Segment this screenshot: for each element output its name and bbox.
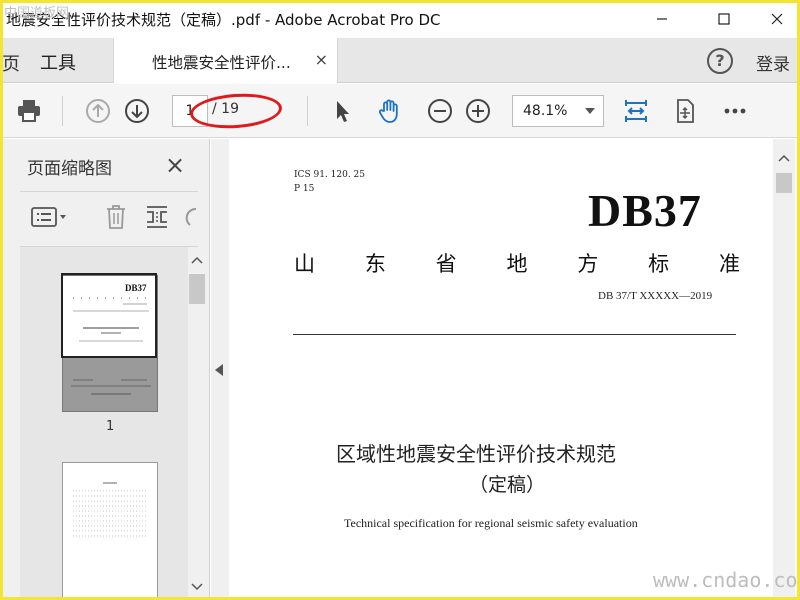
- panel-divider: [20, 191, 198, 192]
- minimize-button[interactable]: [639, 0, 685, 38]
- thumbnail-page-1-number: 1: [106, 419, 115, 434]
- document-divider: [293, 334, 736, 335]
- maximize-button[interactable]: [701, 0, 747, 38]
- arrow-down-circle-icon: [125, 99, 149, 123]
- thumbnail-page-1-lower: [62, 358, 158, 412]
- panel-options-button[interactable]: [30, 201, 70, 233]
- hand-tool-button[interactable]: [374, 95, 406, 127]
- title-bar: 地震安全性评价技术规范（定稿）.pdf - Adobe Acrobat Pro …: [0, 0, 800, 38]
- watermark-bottom-right: www.cndao.com: [653, 568, 800, 592]
- chevron-down-icon: [585, 108, 595, 114]
- window-title: 地震安全性评价技术规范（定稿）.pdf - Adobe Acrobat Pro …: [6, 11, 441, 29]
- rotate-page-button[interactable]: [669, 95, 701, 127]
- fit-width-button[interactable]: [620, 95, 652, 127]
- document-title-cn: 区域性地震安全性评价技术规范: [336, 442, 616, 466]
- thumbnail-scrollbar[interactable]: [188, 247, 206, 600]
- zoom-in-button[interactable]: [462, 95, 494, 127]
- insert-pages-icon: [147, 206, 167, 228]
- maximize-icon: [718, 13, 730, 25]
- help-icon[interactable]: ?: [707, 48, 733, 74]
- document-p-code: P 15: [294, 184, 315, 194]
- zoom-select[interactable]: 48.1%: [512, 95, 604, 127]
- toolbar-separator: [62, 96, 63, 126]
- document-ics: ICS 91. 120. 25: [294, 170, 365, 180]
- toolbar: [0, 84, 800, 138]
- arrow-up-circle-icon: [86, 99, 110, 123]
- document-standard-heading: 山 东 省 地 方 标 准: [294, 248, 740, 278]
- rotate-icon: [185, 207, 197, 226]
- more-icon: [724, 108, 746, 114]
- zoom-value: 48.1%: [523, 103, 568, 119]
- login-button[interactable]: 登录: [756, 50, 790, 75]
- options-icon: [31, 207, 66, 227]
- fit-width-icon: [625, 100, 647, 122]
- zoom-in-icon: [466, 99, 490, 123]
- chevron-up-icon[interactable]: [773, 151, 795, 165]
- standard-char: 东: [364, 252, 386, 276]
- minimize-icon: [657, 18, 667, 20]
- standard-char: 山: [294, 252, 315, 276]
- tab-tools[interactable]: 工具: [40, 49, 76, 75]
- standard-char: 准: [718, 252, 740, 276]
- print-button[interactable]: [13, 95, 45, 127]
- thumbnail-scrollbar-thumb[interactable]: [189, 274, 205, 304]
- chevron-down-icon[interactable]: [188, 580, 206, 594]
- panel-close-icon[interactable]: ×: [165, 151, 185, 179]
- document-standard-number: DB 37/T XXXXX—2019: [598, 290, 713, 302]
- zoom-out-button[interactable]: [424, 95, 456, 127]
- thumbnail-page-1-footer: [71, 379, 151, 395]
- tab-document-label: 性地震安全性评价...: [152, 54, 291, 72]
- standard-char: 省: [435, 252, 457, 276]
- standard-char: 方: [577, 252, 599, 276]
- zoom-out-icon: [428, 99, 452, 123]
- panel-title: 页面缩略图: [27, 159, 112, 179]
- document-db-code: DB37: [588, 185, 702, 236]
- close-button[interactable]: [754, 0, 800, 38]
- document-scrollbar-thumb[interactable]: [776, 173, 792, 193]
- thumbnail-viewport-indicator[interactable]: [61, 273, 157, 358]
- next-page-button[interactable]: [121, 95, 153, 127]
- trash-icon: [107, 205, 125, 229]
- thumbnail-list: DB37 1: [20, 247, 188, 600]
- delete-pages-button[interactable]: [103, 201, 129, 233]
- select-tool-button[interactable]: [326, 95, 358, 127]
- previous-page-button[interactable]: [82, 95, 114, 127]
- standard-char: 标: [648, 252, 670, 276]
- thumbnail-page-2[interactable]: [62, 462, 158, 600]
- collapse-left-icon: [215, 364, 223, 376]
- tab-document[interactable]: 性地震安全性评价... ×: [113, 38, 338, 83]
- chevron-up-icon[interactable]: [188, 253, 206, 267]
- panel-collapse-handle[interactable]: [211, 139, 229, 600]
- tab-close-icon[interactable]: ×: [315, 50, 328, 69]
- close-icon: [771, 13, 783, 25]
- thumbnail-page-2-preview: [73, 482, 147, 537]
- document-title-en: Technical specification for regional sei…: [344, 516, 638, 530]
- document-subtitle-cn: （定稿）: [469, 474, 546, 496]
- cursor-arrow-icon: [337, 101, 349, 122]
- hand-icon: [378, 99, 398, 123]
- more-tools-button[interactable]: [719, 95, 751, 127]
- watermark-top-left: 中国道板网: [4, 6, 70, 21]
- toolbar-separator: [307, 96, 308, 126]
- print-icon: [18, 100, 40, 122]
- rotate-pages-button[interactable]: [184, 201, 198, 233]
- rotate-page-icon: [677, 99, 694, 123]
- standard-char: 地: [506, 252, 528, 276]
- tab-home[interactable]: 页: [2, 50, 20, 76]
- document-scrollbar[interactable]: [773, 139, 795, 600]
- insert-pages-button[interactable]: [144, 201, 170, 233]
- tabs-bar: 页 工具 性地震安全性评价... × ? 登录: [0, 38, 800, 83]
